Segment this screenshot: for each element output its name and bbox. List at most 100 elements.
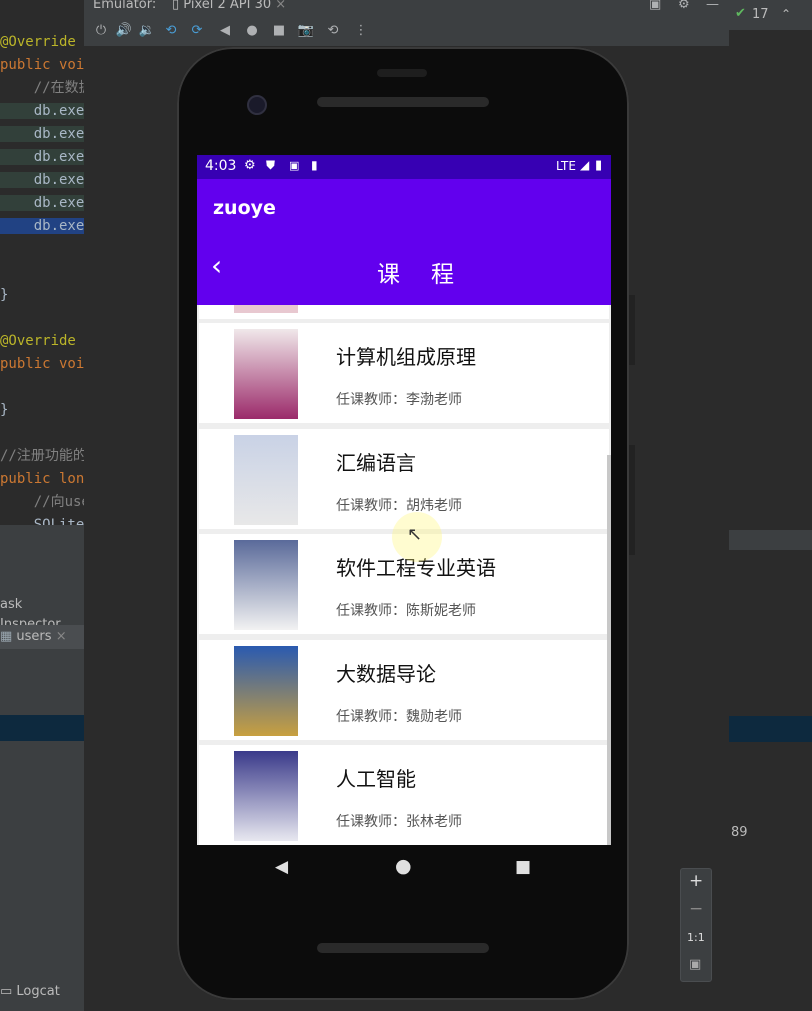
zoom-in-button[interactable]: + [689,871,703,891]
accessibility-icon: ▣ [289,159,300,172]
phone-screen[interactable]: 4:03 ⚙ ⛊ ▣ ▮ LTE ◢ ▮ zuoye ‹ 课 程 计算机组成原理… [197,155,611,845]
home-icon[interactable]: ● [243,22,261,40]
panel-header [0,525,84,555]
zoom-out-button[interactable]: − [689,899,703,919]
logcat-icon: ▭ [0,984,17,999]
course-name: 大数据导论 [336,661,436,686]
code-line[interactable]: db.exec [0,216,84,236]
course-card[interactable]: 计算机组成原理 任课教师：李渤老师 [199,323,609,423]
code-line[interactable]: SQLite [0,515,84,525]
overview-icon[interactable]: ■ [270,22,288,40]
tool-window-panel: ask Inspector ▦ users × ▭ Logcat [0,525,84,1011]
code-line-text: SQLite [0,517,84,525]
course-cover-image [234,540,298,630]
nav-home-icon[interactable]: ● [395,855,412,877]
scrollbar[interactable] [607,455,611,845]
code-line[interactable]: public long [0,469,84,489]
mouse-cursor-icon: ↖ [407,524,423,545]
nav-back-icon[interactable]: ◀ [275,857,288,877]
check-icon[interactable]: ✔ [735,6,746,21]
front-camera [247,95,267,115]
code-line-text: public long [0,471,84,487]
chevron-up-icon[interactable]: ⌃ [781,7,791,21]
selected-row[interactable] [729,716,812,742]
course-card[interactable]: 大数据导论 任课教师：魏勋老师 [199,639,609,740]
table-icon: ▦ [0,629,17,644]
code-line[interactable]: } [0,400,8,420]
rotate-left-icon[interactable]: ⟲ [162,22,180,40]
code-line[interactable]: //在数据 [0,78,84,98]
close-icon[interactable]: × [271,0,286,12]
course-card[interactable]: 汇编语言 任课教师：胡炜老师 [199,428,609,529]
list-item-partial[interactable] [199,305,609,319]
course-teacher: 任课教师：陈斯妮老师 [336,603,476,619]
emulator-label: Emulator: [93,0,157,12]
page-title: 课 程 [377,262,458,288]
check-count: 17 [752,7,769,22]
shield-icon: ⛊ [266,158,276,172]
code-line[interactable]: db.exec [0,101,84,121]
code-line[interactable]: public void [0,354,84,374]
code-line[interactable]: public void [0,55,84,75]
power-side-button[interactable] [629,295,635,365]
code-line[interactable]: db.exec [0,170,84,190]
code-editor[interactable]: @Override public void //在数据 db.exec db.ex… [0,0,84,525]
gear-icon[interactable]: ⚙ [678,0,690,12]
fit-screen-icon[interactable]: ▣ [689,957,701,972]
task-inspector-tab[interactable]: ask Inspector [0,595,84,632]
code-line[interactable]: } [0,285,8,305]
title-bar: ‹ 课 程 [197,237,611,305]
emulator-toolbar [84,16,729,47]
users-tab[interactable]: ▦ users × [0,625,84,649]
device-tab[interactable]: ▯ Pixel 2 API 30 × [172,0,286,12]
course-teacher: 任课教师：胡炜老师 [336,497,462,514]
course-list[interactable]: 计算机组成原理 任课教师：李渤老师 汇编语言 任课教师：胡炜老师 软件工程专业英语 任课教… [197,305,611,845]
course-cover-image [234,329,298,419]
volume-down-icon[interactable]: 🔉 [138,22,156,40]
back-icon[interactable]: ◀ [216,22,234,40]
code-line[interactable]: @Override [0,32,76,52]
course-card[interactable]: 人工智能 任课教师：张林老师 [199,745,609,845]
logcat-tab[interactable]: ▭ Logcat [0,980,84,1004]
rotate-right-icon[interactable]: ⟳ [188,22,206,40]
volume-up-icon[interactable]: 🔊 [115,22,133,40]
power-icon[interactable]: ⏻ [92,22,110,40]
zoom-actual-size-button[interactable]: 1:1 [687,931,705,944]
code-line-text: } [0,287,9,303]
course-cover-image [234,434,298,525]
close-icon[interactable]: × [52,629,67,644]
camera-icon[interactable]: 📷 [297,22,315,40]
sd-card-icon: ▮ [311,158,318,172]
more-icon[interactable]: ⋮ [352,22,370,40]
replay-icon[interactable]: ⟲ [324,22,342,40]
code-line-text: @Override [0,333,76,349]
code-line[interactable]: db.exec [0,193,84,213]
course-cover [234,305,298,313]
gear-icon: ⚙ [244,158,256,173]
back-arrow-icon[interactable]: ‹ [211,249,222,282]
code-line[interactable]: //向use [0,492,84,512]
line-number: 89 [731,825,748,840]
code-line-text: //注册功能的 [0,448,84,464]
code-line[interactable]: @Override [0,331,76,351]
code-line-text: db.exec [0,103,84,119]
nav-overview-icon[interactable]: ■ [515,857,531,877]
code-line-text: db.exec [0,195,84,211]
code-line[interactable]: //注册功能的 [0,446,84,466]
device-icon: ▯ [172,0,184,12]
volume-side-button[interactable] [629,445,635,555]
code-line[interactable]: db.exec [0,124,84,144]
bottom-speaker [317,943,489,953]
course-teacher: 任课教师：李渤老师 [336,392,462,408]
code-line-text: db.exec [0,218,84,234]
device-tab-label: Pixel 2 API 30 [183,0,272,12]
selected-row[interactable] [0,715,84,741]
course-cover-image [234,645,298,736]
app-bar: zuoye [197,179,611,237]
minimize-icon[interactable]: — [706,0,719,12]
window-icon[interactable]: ▣ [649,0,661,12]
code-line-text: @Override [0,34,76,50]
course-name: 人工智能 [336,767,416,791]
code-line[interactable]: db.exec [0,147,84,167]
app-title: zuoye [213,197,276,219]
